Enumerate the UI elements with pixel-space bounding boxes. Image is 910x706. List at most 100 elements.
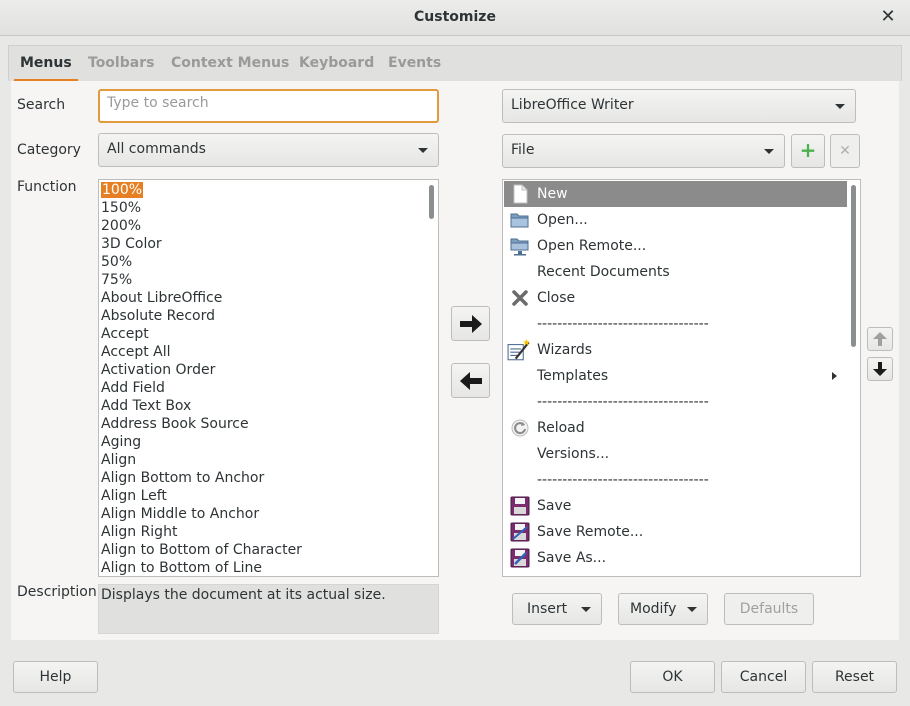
tab-bar: Menus Toolbars Context Menus Keyboard Ev… [8,45,902,82]
list-item[interactable]: 150% [99,199,438,217]
help-button[interactable]: Help [13,661,98,693]
menu-entry-new[interactable]: New [504,181,847,207]
list-item[interactable]: 75% [99,271,438,289]
menu-entry-save[interactable]: Save [504,493,847,519]
add-command-button[interactable] [451,306,490,341]
list-item[interactable]: 50% [99,253,438,271]
plus-icon: + [799,138,817,162]
chevron-down-icon [764,149,774,154]
list-item[interactable]: Aging [99,433,438,451]
list-item[interactable]: Align Middle to Anchor [99,505,438,523]
chevron-down-icon [687,607,697,612]
modify-button[interactable]: Modify [618,593,708,625]
function-label: Function [17,179,77,195]
category-dropdown[interactable]: All commands [98,133,439,167]
reload-icon [511,419,529,437]
search-label: Search [17,97,66,113]
category-value: All commands [107,141,206,157]
menu-entries-scrollbar[interactable] [849,181,859,575]
move-down-button[interactable] [867,357,893,381]
tab-context-menus[interactable]: Context Menus [171,46,289,82]
list-item[interactable]: 3D Color [99,235,438,253]
insert-button[interactable]: Insert [512,593,602,625]
target-dropdown[interactable]: LibreOffice Writer [502,89,856,123]
add-menu-button[interactable]: + [791,134,825,168]
list-item[interactable]: Align Right [99,523,438,541]
save-remote-icon [510,522,530,542]
save-icon [510,496,530,516]
chevron-down-icon [835,104,845,109]
target-value: LibreOffice Writer [511,97,634,113]
list-item[interactable]: Absolute Record [99,307,438,325]
list-item[interactable]: 200% [99,217,438,235]
list-item[interactable]: About LibreOffice [99,289,438,307]
tab-keyboard[interactable]: Keyboard [299,46,374,82]
wizards-icon [507,339,530,361]
menu-entry-recent-documents[interactable]: Recent Documents [504,259,847,285]
menu-entries-list[interactable]: New Open... Open Remote... Recent Docume… [502,179,861,577]
menu-entry-open[interactable]: Open... [504,207,847,233]
list-item[interactable]: 100% [99,181,438,199]
menu-entry-templates[interactable]: Templates [504,363,847,389]
arrow-right-icon [459,315,482,333]
menu-entry-save-as[interactable]: Save As... [504,545,847,571]
list-item[interactable]: Align Bottom to Anchor [99,469,438,487]
title-bar: Customize ✕ [0,0,910,36]
chevron-down-icon [581,607,591,612]
open-folder-icon [510,213,529,228]
scrollbar-thumb[interactable] [429,185,434,219]
description-box: Displays the document at its actual size… [98,584,439,634]
close-icon [512,290,528,306]
new-document-icon [513,184,528,204]
tab-events[interactable]: Events [388,46,441,82]
menu-separator[interactable]: ---------------------------------- [504,389,847,415]
list-item[interactable]: Align Left [99,487,438,505]
list-item[interactable]: Add Field [99,379,438,397]
window-title: Customize [414,9,496,25]
close-icon[interactable]: ✕ [878,6,898,28]
menu-separator[interactable]: ---------------------------------- [504,311,847,337]
arrow-up-icon [873,332,887,346]
menu-dropdown[interactable]: File [502,134,785,168]
open-remote-icon [510,238,529,256]
list-item[interactable]: Align to Bottom of Line [99,559,438,576]
tab-toolbars[interactable]: Toolbars [88,46,154,82]
reset-button[interactable]: Reset [812,661,897,693]
arrow-down-icon [873,362,887,376]
remove-command-button[interactable] [451,363,490,398]
remove-menu-button[interactable]: ✕ [830,134,860,168]
ok-button[interactable]: OK [630,661,715,693]
arrow-left-icon [459,372,482,390]
submenu-arrow-icon [832,372,837,380]
menu-entry-save-remote[interactable]: Save Remote... [504,519,847,545]
tab-menus[interactable]: Menus [14,46,78,82]
category-label: Category [17,142,81,158]
menu-entry-wizards[interactable]: Wizards [504,337,847,363]
list-item[interactable]: Address Book Source [99,415,438,433]
menu-entry-versions[interactable]: Versions... [504,441,847,467]
search-placeholder: Type to search [107,95,209,111]
function-list[interactable]: 100% 150% 200% 3D Color 50% 75% About Li… [98,179,439,577]
function-scrollbar[interactable] [427,181,437,575]
close-icon: ✕ [839,143,851,159]
list-item[interactable]: Add Text Box [99,397,438,415]
chevron-down-icon [418,148,428,153]
menu-entry-open-remote[interactable]: Open Remote... [504,233,847,259]
menus-panel: Search Type to search Category All comma… [11,81,899,640]
description-label: Description [17,584,97,600]
move-up-button[interactable] [867,327,893,351]
save-as-icon [510,548,530,568]
scrollbar-thumb[interactable] [851,185,856,347]
list-item[interactable]: Accept All [99,343,438,361]
list-item[interactable]: Align [99,451,438,469]
defaults-button[interactable]: Defaults [724,593,814,625]
list-item[interactable]: Align to Bottom of Character [99,541,438,559]
menu-separator[interactable]: ---------------------------------- [504,467,847,493]
menu-value: File [511,142,535,158]
search-input[interactable]: Type to search [98,89,439,123]
list-item[interactable]: Accept [99,325,438,343]
cancel-button[interactable]: Cancel [721,661,806,693]
list-item[interactable]: Activation Order [99,361,438,379]
menu-entry-close[interactable]: Close [504,285,847,311]
menu-entry-reload[interactable]: Reload [504,415,847,441]
